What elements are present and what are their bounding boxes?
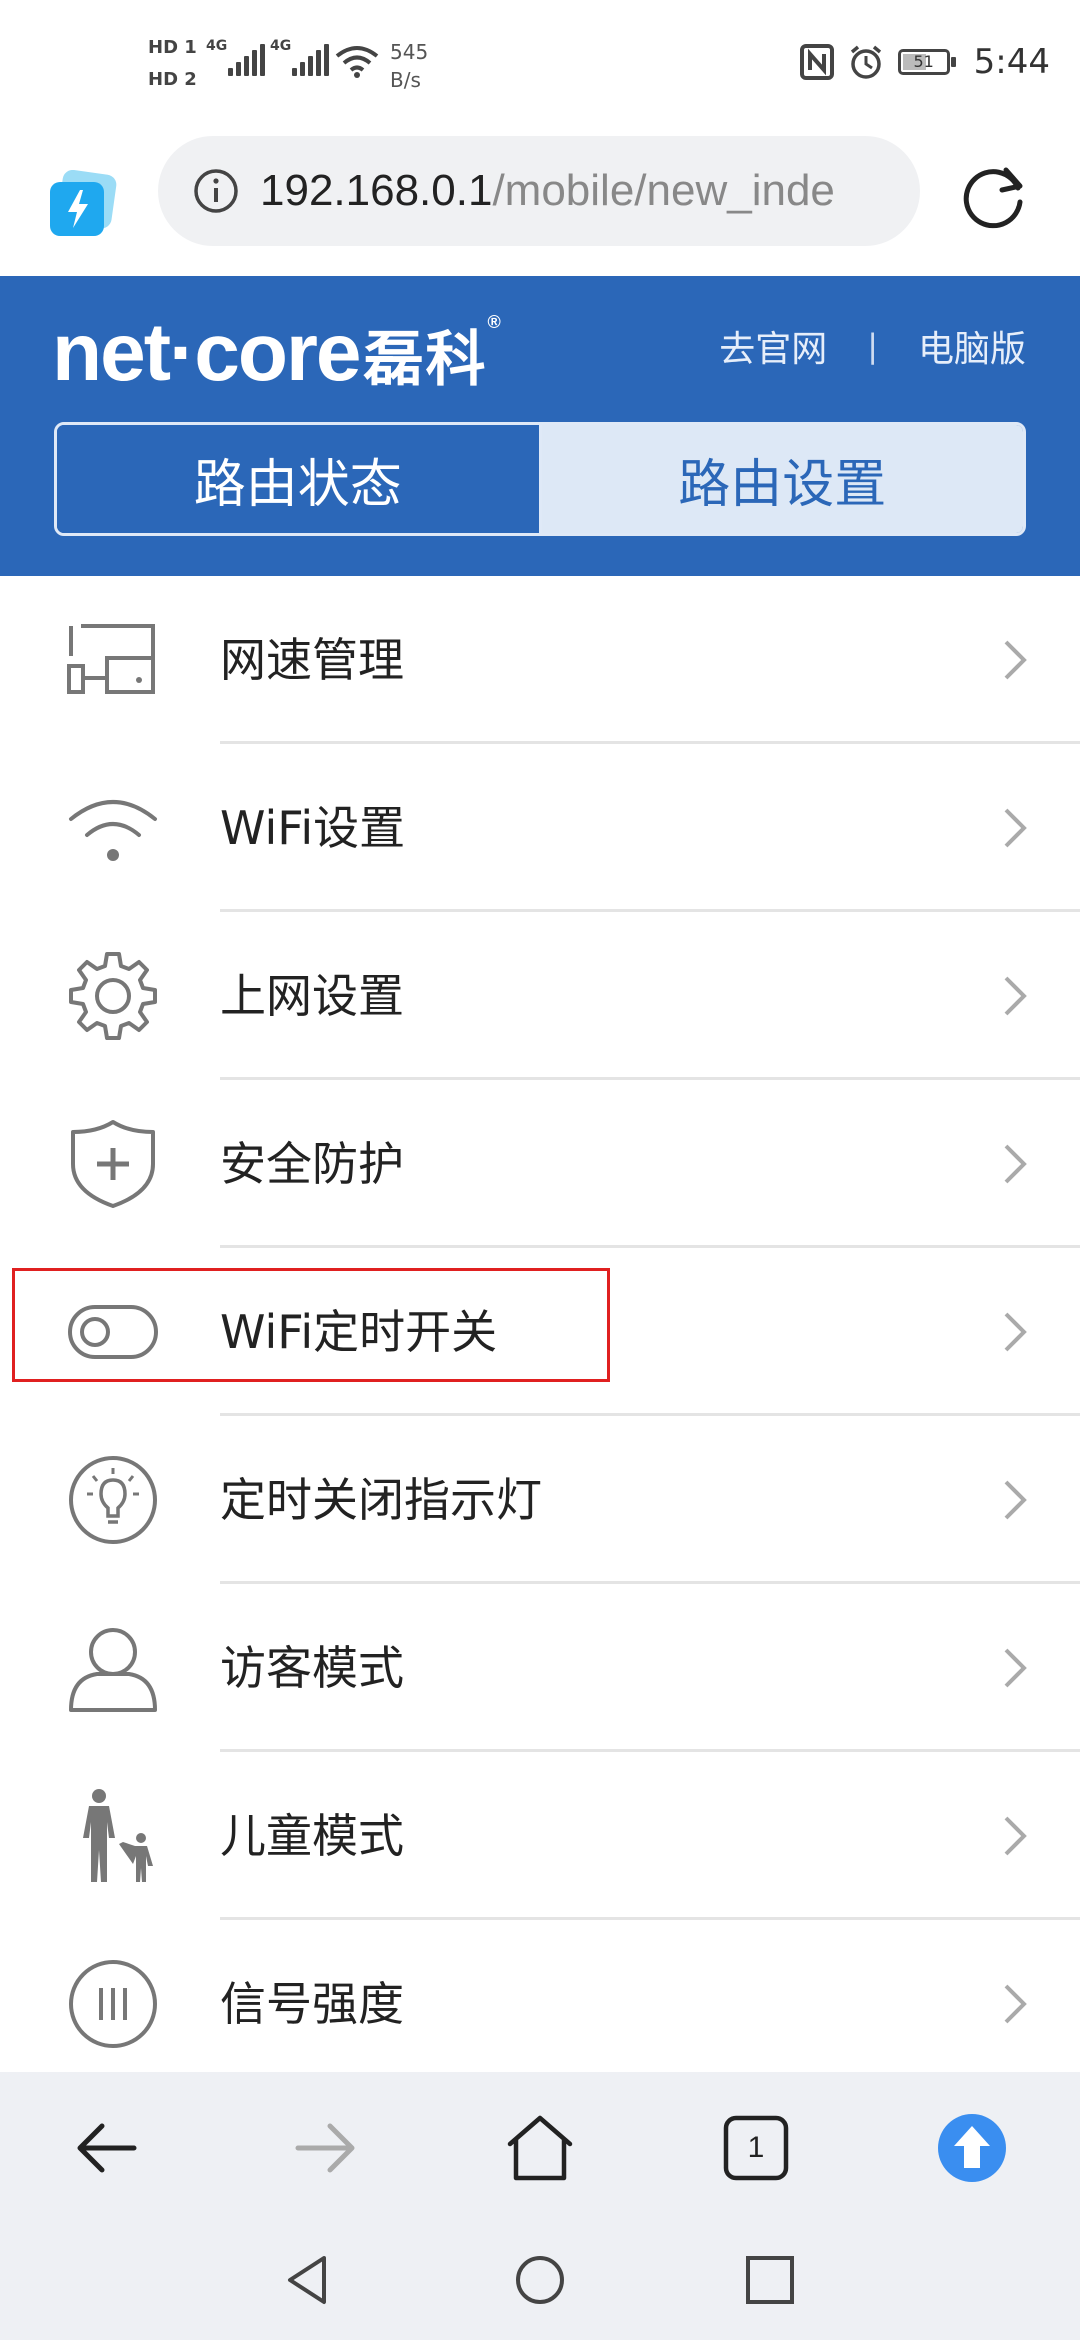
menu-label: 定时关闭指示灯 — [220, 1473, 542, 1527]
chevron-right-icon — [1004, 1816, 1027, 1856]
menu-label: 网速管理 — [220, 633, 404, 687]
nfc-icon — [799, 44, 834, 80]
menu-item-speed-management[interactable]: 网速管理 — [0, 576, 1080, 744]
menu-label: 信号强度 — [220, 1977, 404, 2031]
chevron-right-icon — [1004, 1648, 1027, 1688]
sys-home-icon[interactable] — [512, 2252, 568, 2308]
chevron-right-icon — [1004, 640, 1027, 680]
wifi-icon — [62, 780, 164, 876]
menu-item-signal-strength[interactable]: 信号强度 — [0, 1920, 1080, 2088]
net-speed: 545 B/s — [390, 38, 428, 94]
info-icon[interactable] — [192, 167, 240, 215]
tabs-icon[interactable]: 1 — [718, 2110, 794, 2186]
system-nav-bar — [0, 2222, 1080, 2340]
sys-back-icon[interactable] — [280, 2252, 336, 2308]
hd1-badge: HD 1 — [148, 37, 197, 58]
reload-icon[interactable] — [954, 158, 1032, 236]
menu-item-wifi-settings[interactable]: WiFi设置 — [0, 744, 1080, 912]
signal-strength-icon — [62, 1956, 164, 2052]
link-separator: | — [867, 327, 878, 365]
speed-management-icon — [62, 612, 164, 708]
battery-icon: 51 — [897, 49, 956, 75]
signal2-label: 4G — [270, 38, 292, 54]
hd2-badge: HD 2 — [148, 69, 197, 90]
lightbulb-icon — [62, 1452, 164, 1548]
shield-icon — [62, 1116, 164, 1212]
forward-arrow-icon[interactable] — [286, 2110, 362, 2186]
url-text[interactable]: 192.168.0.1/mobile/new_inde — [260, 166, 835, 216]
menu-item-guest-mode[interactable]: 访客模式 — [0, 1584, 1080, 1752]
battery-level: 51 — [913, 52, 934, 71]
upload-icon[interactable] — [934, 2110, 1010, 2186]
back-arrow-icon[interactable] — [70, 2110, 146, 2186]
header-links: 去官网 | 电脑版 — [719, 320, 1026, 372]
logo-text: net·core — [52, 307, 362, 398]
menu-label: WiFi设置 — [220, 801, 406, 855]
chevron-right-icon — [1004, 808, 1027, 848]
menu-label: 访客模式 — [220, 1641, 404, 1695]
chevron-right-icon — [1004, 1144, 1027, 1184]
status-bar: HD 1 HD 2 4G 4G 545 B/s 51 5:44 — [0, 0, 1080, 130]
menu-label: 上网设置 — [220, 969, 404, 1023]
browser-toolbar: 192.168.0.1/mobile/new_inde — [0, 130, 1080, 276]
chevron-right-icon — [1004, 976, 1027, 1016]
clock: 5:44 — [973, 42, 1050, 82]
sys-recents-icon[interactable] — [742, 2252, 798, 2308]
highlight-box — [12, 1268, 610, 1382]
signal1-label: 4G — [206, 38, 228, 54]
net-speed-unit: B/s — [390, 68, 421, 92]
netcore-logo: net·core磊科® — [52, 306, 501, 400]
official-site-link[interactable]: 去官网 — [719, 320, 827, 372]
alarm-icon — [850, 45, 881, 79]
user-icon — [62, 1620, 164, 1716]
menu-item-internet-settings[interactable]: 上网设置 — [0, 912, 1080, 1080]
net-speed-value: 545 — [390, 40, 429, 64]
logo-reg: ® — [487, 312, 501, 332]
gear-icon — [62, 948, 164, 1044]
router-header: net·core磊科® 去官网 | 电脑版 路由状态 路由设置 — [0, 276, 1080, 576]
status-right: 51 5:44 — [799, 42, 1050, 82]
pc-version-link[interactable]: 电脑版 — [918, 320, 1026, 372]
header-tabs: 路由状态 路由设置 — [54, 422, 1026, 536]
menu-label: 儿童模式 — [220, 1809, 404, 1863]
browser-bottom-nav: 1 — [0, 2072, 1080, 2222]
logo-cn: 磊科 — [363, 326, 488, 393]
tab-router-status[interactable]: 路由状态 — [57, 425, 542, 533]
hd-indicators: HD 1 HD 2 — [148, 36, 198, 100]
tab-count: 1 — [747, 2131, 765, 2164]
chevron-right-icon — [1004, 1312, 1027, 1352]
chevron-right-icon — [1004, 1480, 1027, 1520]
menu-label: 安全防护 — [220, 1137, 404, 1191]
menu-item-child-mode[interactable]: 儿童模式 — [0, 1752, 1080, 1920]
tab-router-settings[interactable]: 路由设置 — [541, 425, 1023, 533]
family-icon — [62, 1788, 164, 1884]
menu-item-security[interactable]: 安全防护 — [0, 1080, 1080, 1248]
menu-item-led-schedule[interactable]: 定时关闭指示灯 — [0, 1416, 1080, 1584]
chevron-right-icon — [1004, 1984, 1027, 2024]
url-path: /mobile/new_inde — [492, 166, 835, 215]
address-bar[interactable]: 192.168.0.1/mobile/new_inde — [158, 136, 920, 246]
browser-logo-icon[interactable] — [46, 170, 118, 242]
wifi-status-icon — [335, 46, 379, 78]
url-host: 192.168.0.1 — [260, 166, 493, 215]
home-icon[interactable] — [502, 2110, 578, 2186]
